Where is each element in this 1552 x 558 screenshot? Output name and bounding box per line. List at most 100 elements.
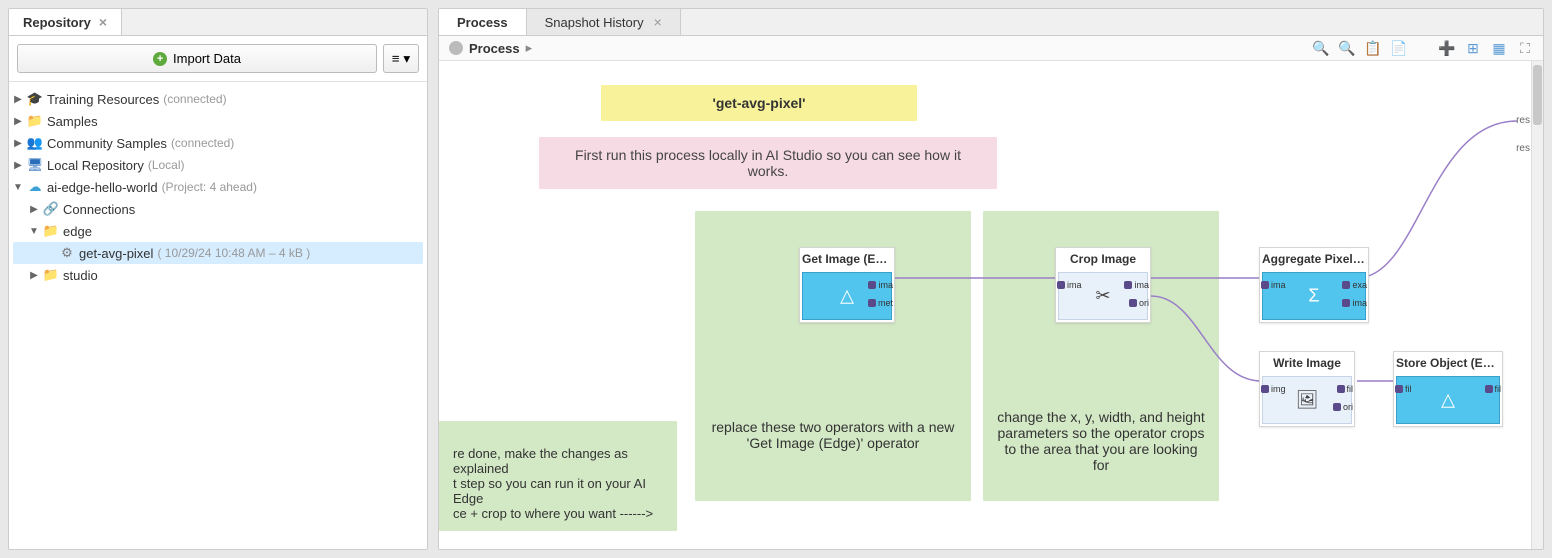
repository-tabs: Repository ×	[9, 9, 427, 36]
note-text: change the x, y, width, and height param…	[997, 409, 1205, 473]
note-left-cut[interactable]: re done, make the changes as explained t…	[439, 421, 677, 531]
triangle-icon: △	[1441, 390, 1455, 411]
operator-title: Write Image	[1260, 352, 1354, 374]
tab-snapshot-history[interactable]: Snapshot History ×	[527, 9, 681, 35]
picture-icon: 🖼	[1296, 390, 1319, 411]
port-fil-out[interactable]: fil	[1337, 383, 1354, 395]
note-instruction[interactable]: First run this process locally in AI Stu…	[539, 137, 997, 189]
operator-title: Store Object (Edge)	[1394, 352, 1502, 374]
tree-label: Samples	[47, 114, 98, 129]
operator-aggregate-pixels[interactable]: Aggregate Pixels (B... Σ ima exa ima	[1259, 247, 1369, 323]
tree-item-samples[interactable]: ▶ 📁 Samples	[13, 110, 423, 132]
port-ima-in[interactable]: ima	[1261, 279, 1286, 291]
process-root-icon	[449, 41, 463, 55]
vertical-scrollbar[interactable]	[1531, 61, 1543, 549]
tree-item-get-avg-pixel[interactable]: ⚙ get-avg-pixel ( 10/29/24 10:48 AM – 4 …	[13, 242, 423, 264]
copy-icon[interactable]: 📋	[1365, 40, 1381, 56]
port-exa-out[interactable]: exa	[1342, 279, 1367, 291]
paste-icon[interactable]: 📄	[1391, 40, 1407, 56]
operator-title: Crop Image	[1056, 248, 1150, 270]
graduation-icon: 🎓	[27, 91, 43, 107]
folder-icon: 📁	[27, 113, 43, 129]
tree-status: (connected)	[171, 136, 234, 150]
tree-label: get-avg-pixel	[79, 246, 153, 261]
close-icon[interactable]: ×	[99, 14, 107, 30]
tree-label: Local Repository	[47, 158, 144, 173]
repository-tab[interactable]: Repository ×	[9, 9, 122, 35]
tree-label: Connections	[63, 202, 135, 217]
tree-item-connections[interactable]: ▶ 🔗 Connections	[13, 198, 423, 220]
operator-crop-image[interactable]: Crop Image ✂ ima ima ori	[1055, 247, 1151, 323]
chevron-right-icon: ▶	[13, 116, 23, 127]
folder-icon: 📁	[43, 267, 59, 283]
chevron-down-icon: ▼	[29, 226, 39, 237]
operator-write-image[interactable]: Write Image 🖼 img fil ori	[1259, 351, 1355, 427]
chevron-right-icon: ▶	[29, 270, 39, 281]
close-icon[interactable]: ×	[654, 14, 662, 30]
operator-store-object[interactable]: Store Object (Edge) △ fil fil	[1393, 351, 1503, 427]
tree-label: ai-edge-hello-world	[47, 180, 158, 195]
chevron-right-icon: ▸	[526, 40, 533, 56]
scissors-icon: ✂	[1095, 286, 1110, 307]
process-icon: ⚙	[59, 245, 75, 261]
add-note-icon[interactable]: ➕	[1439, 40, 1455, 56]
tree-item-edge[interactable]: ▼ 📁 edge	[13, 220, 423, 242]
operator-title: Aggregate Pixels (B...	[1260, 248, 1368, 270]
tree-item-studio[interactable]: ▶ 📁 studio	[13, 264, 423, 286]
operator-get-image[interactable]: Get Image (Edge) △ ima met	[799, 247, 895, 323]
image-icon: △	[840, 286, 854, 307]
breadcrumb-bar: Process ▸ 🔍 🔍 📋 📄 ➕ ⊞ ▦ ⛶	[439, 36, 1543, 61]
folder-icon: 📁	[43, 223, 59, 239]
chevron-right-icon: ▶	[29, 204, 39, 215]
tab-label: Snapshot History	[545, 15, 644, 30]
breadcrumb[interactable]: Process ▸	[449, 40, 532, 56]
tree-label: Training Resources	[47, 92, 159, 107]
tree-item-community[interactable]: ▶ 👥 Community Samples (connected)	[13, 132, 423, 154]
repository-menu-button[interactable]: ≡ ▾	[383, 44, 419, 73]
note-text: replace these two operators with a new '…	[712, 419, 955, 451]
process-canvas[interactable]: 'get-avg-pixel' First run this process l…	[439, 61, 1543, 549]
port-ima-out[interactable]: ima	[1124, 279, 1149, 291]
tree-label: edge	[63, 224, 92, 239]
tree-item-project[interactable]: ▼ ☁ ai-edge-hello-world (Project: 4 ahea…	[13, 176, 423, 198]
note-text: 'get-avg-pixel'	[712, 95, 805, 111]
cloud-icon: ☁	[27, 179, 43, 195]
monitor-icon: 🖥	[27, 157, 43, 173]
fullscreen-icon[interactable]: ⛶	[1517, 40, 1533, 56]
port-ori-out[interactable]: ori	[1129, 297, 1149, 309]
port-fil-in[interactable]: fil	[1395, 383, 1412, 395]
process-toolbar: 🔍 🔍 📋 📄 ➕ ⊞ ▦ ⛶	[1313, 40, 1533, 56]
tab-process[interactable]: Process	[439, 9, 527, 35]
process-panel: Process Snapshot History × Process ▸ 🔍 🔍…	[438, 8, 1544, 550]
zoom-out-icon[interactable]: 🔍	[1339, 40, 1355, 56]
tree-label: Community Samples	[47, 136, 167, 151]
tree-item-training[interactable]: ▶ 🎓 Training Resources (connected)	[13, 88, 423, 110]
zoom-in-icon[interactable]: 🔍	[1313, 40, 1329, 56]
repository-toolbar: + Import Data ≡ ▾	[9, 36, 427, 82]
port-ima-out[interactable]: ima	[1342, 297, 1367, 309]
chevron-right-icon: ▶	[13, 160, 23, 171]
port-ima-in[interactable]: ima	[1057, 279, 1082, 291]
plus-icon: +	[153, 52, 167, 66]
link-icon: 🔗	[43, 201, 59, 217]
process-tabs: Process Snapshot History ×	[439, 9, 1543, 36]
scrollbar-thumb[interactable]	[1533, 65, 1542, 125]
arrange-icon[interactable]: ⊞	[1465, 40, 1481, 56]
breadcrumb-label: Process	[469, 41, 520, 56]
operator-title: Get Image (Edge)	[800, 248, 894, 270]
port-met-out[interactable]: met	[868, 297, 893, 309]
port-ima-out[interactable]: ima	[868, 279, 893, 291]
tree-meta: ( 10/29/24 10:48 AM – 4 kB )	[157, 246, 310, 260]
tree-status: (connected)	[163, 92, 226, 106]
building-blocks-icon[interactable]: ▦	[1491, 40, 1507, 56]
port-ori-out[interactable]: ori	[1333, 401, 1353, 413]
note-title[interactable]: 'get-avg-pixel'	[601, 85, 917, 121]
port-fil-out[interactable]: fil	[1485, 383, 1502, 395]
tree-status: (Local)	[148, 158, 185, 172]
import-data-button[interactable]: + Import Data	[17, 44, 377, 73]
tree-item-local[interactable]: ▶ 🖥 Local Repository (Local)	[13, 154, 423, 176]
port-img-in[interactable]: img	[1261, 383, 1286, 395]
tree-label: studio	[63, 268, 98, 283]
import-label: Import Data	[173, 51, 241, 66]
repository-panel: Repository × + Import Data ≡ ▾ ▶ 🎓 Train…	[8, 8, 428, 550]
